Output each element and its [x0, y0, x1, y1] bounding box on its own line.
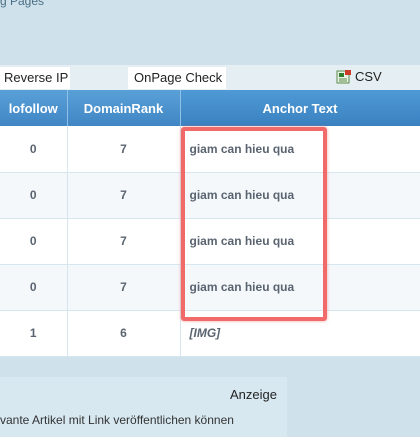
cell-anchor-text: giam can hieu qua	[180, 218, 420, 265]
top-partial-text: g Pages	[0, 0, 45, 8]
csv-label: CSV	[355, 69, 382, 84]
cell-nofollow: 0	[0, 126, 68, 173]
cell-domainrank: 7	[67, 172, 181, 219]
tab-reverse-ip[interactable]: Reverse IP	[0, 67, 70, 89]
cell-anchor-text: giam can hieu qua	[180, 172, 420, 219]
cell-nofollow: 0	[0, 264, 68, 311]
table-row: 1 6 [IMG]	[0, 310, 420, 357]
cell-domainrank: 7	[67, 218, 181, 265]
column-header-domainrank[interactable]: DomainRank	[67, 90, 181, 126]
table-row: 0 7 giam can hieu qua	[0, 218, 420, 265]
ad-panel[interactable]: Anzeige vante Artikel mit Link veröffent…	[0, 377, 287, 437]
cell-nofollow: 0	[0, 172, 68, 219]
table-row: 0 7 giam can hieu qua	[0, 126, 420, 173]
csv-export-button[interactable]: CSV	[336, 67, 382, 87]
cell-domainrank: 7	[67, 264, 181, 311]
cell-nofollow: 1	[0, 310, 68, 357]
ad-text[interactable]: vante Artikel mit Link veröffentlichen k…	[0, 413, 234, 427]
tab-onpage-check[interactable]: OnPage Check	[128, 67, 226, 89]
cell-anchor-text: giam can hieu qua	[180, 264, 420, 311]
table-header-row: lofollow DomainRank Anchor Text	[0, 90, 420, 126]
cell-anchor-text: giam can hieu qua	[180, 126, 420, 173]
column-header-anchor-text[interactable]: Anchor Text	[180, 90, 420, 126]
ad-label: Anzeige	[230, 387, 277, 402]
top-band: g Pages	[0, 0, 420, 65]
backlinks-table: lofollow DomainRank Anchor Text 0 7 giam…	[0, 90, 420, 357]
table-row: 0 7 giam can hieu qua	[0, 172, 420, 219]
spreadsheet-icon	[336, 70, 352, 84]
cell-domainrank: 7	[67, 126, 181, 173]
cell-anchor-text: [IMG]	[180, 310, 420, 357]
cell-domainrank: 6	[67, 310, 181, 357]
table-row: 0 7 giam can hieu qua	[0, 264, 420, 311]
column-header-nofollow[interactable]: lofollow	[0, 90, 68, 126]
cell-nofollow: 0	[0, 218, 68, 265]
